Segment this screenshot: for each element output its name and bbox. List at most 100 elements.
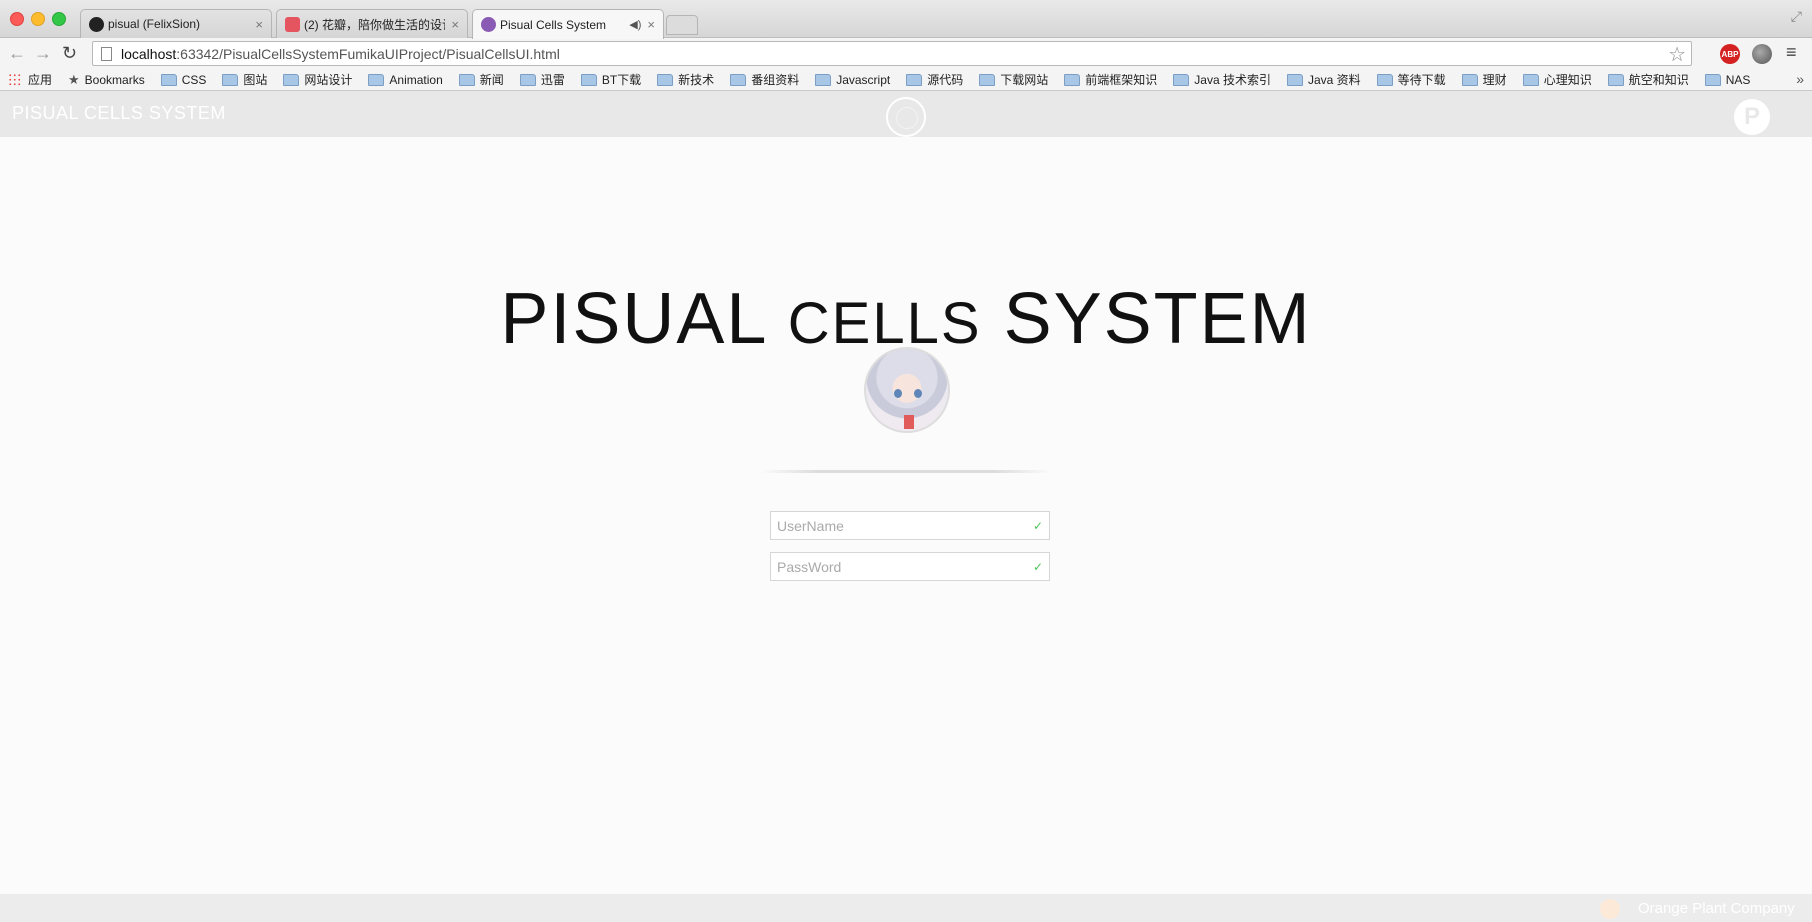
reload-icon[interactable]: ↻ — [62, 43, 77, 64]
pisual-p-logo[interactable]: P — [1734, 99, 1770, 135]
fullscreen-icon[interactable]: ⤢ — [1791, 8, 1802, 25]
tab-label: (2) 花瓣，陪你做生活的设计师 — [304, 17, 445, 32]
folder-icon — [657, 73, 674, 86]
bookmark-item[interactable]: ★ Bookmarks — [68, 72, 145, 88]
bookmark-item[interactable]: 应用 — [8, 71, 52, 88]
tab-label: Pisual Cells System — [500, 17, 607, 32]
app-brand[interactable]: PISUAL CELLS SYSTEM — [12, 103, 226, 124]
browser-tab[interactable]: pisual (FelixSion) × — [80, 9, 272, 38]
bookmark-label: Bookmarks — [84, 72, 145, 87]
bookmark-item[interactable]: Java 资料 — [1286, 71, 1361, 88]
bookmark-label: 理财 — [1482, 73, 1507, 87]
folder-icon — [368, 73, 385, 86]
hero-word: PISUAL — [500, 279, 766, 359]
address-bar[interactable]: localhost:63342/PisualCellsSystemFumikaU… — [92, 41, 1692, 66]
bookmark-label: Animation — [389, 72, 443, 87]
bookmark-label: CSS — [181, 72, 207, 87]
folder-icon — [1376, 73, 1393, 86]
bookmark-star-icon[interactable]: ☆ — [1668, 42, 1686, 67]
folder-icon — [580, 73, 597, 86]
bookmark-item[interactable]: Javascript — [815, 73, 890, 87]
tab-close-icon[interactable]: × — [255, 17, 263, 32]
bookmark-item[interactable]: Java 技术索引 — [1173, 71, 1271, 88]
username-field[interactable]: ✓ — [770, 511, 1050, 540]
bookmark-label: 等待下载 — [1397, 73, 1446, 87]
bookmark-item[interactable]: NAS — [1704, 72, 1751, 87]
folder-icon — [1461, 73, 1478, 86]
url-host: localhost — [121, 45, 177, 62]
bookmarks-more-icon[interactable]: » — [1796, 71, 1804, 87]
menu-icon[interactable]: ≡ — [1786, 42, 1797, 63]
footer: Orange Plant Company — [0, 894, 1812, 922]
star-icon: ★ — [68, 71, 80, 87]
bookmark-item[interactable]: 图站 — [222, 71, 267, 88]
bookmark-label: 应用 — [28, 73, 53, 87]
folder-icon — [458, 73, 475, 86]
bookmark-item[interactable]: 迅雷 — [519, 71, 565, 88]
bookmark-item[interactable]: 理财 — [1461, 71, 1507, 88]
bookmark-item[interactable]: 等待下载 — [1376, 71, 1446, 88]
browser-toolbar: ← → ↻ localhost:63342/PisualCellsSystemF… — [0, 38, 1812, 69]
folder-icon — [160, 73, 177, 86]
bookmark-label: NAS — [1725, 72, 1751, 87]
password-input[interactable] — [777, 558, 1033, 575]
window-maximize-button[interactable] — [52, 12, 66, 26]
bookmark-item[interactable]: 源代码 — [906, 71, 963, 88]
folder-icon — [1064, 73, 1081, 86]
folder-icon — [1704, 73, 1721, 86]
bookmark-item[interactable]: 网站设计 — [283, 71, 352, 88]
pisual-icon — [481, 17, 496, 32]
bookmark-label: 前端框架知识 — [1085, 73, 1158, 87]
bookmark-item[interactable]: Animation — [368, 72, 443, 87]
apps-icon — [8, 73, 21, 86]
user-avatar — [864, 347, 950, 433]
bookmark-item[interactable]: BT下载 — [580, 71, 641, 88]
divider — [760, 470, 1052, 473]
window-close-button[interactable] — [10, 12, 24, 26]
bookmark-label: 新闻 — [479, 73, 504, 87]
back-icon[interactable]: ← — [8, 43, 26, 64]
extension-icon[interactable] — [1752, 44, 1772, 64]
browser-titlebar: pisual (FelixSion) × (2) 花瓣，陪你做生活的设计师 × … — [0, 0, 1812, 39]
bookmark-item[interactable]: 新闻 — [458, 71, 504, 88]
check-icon: ✓ — [1032, 559, 1043, 574]
bookmark-item[interactable]: 下载网站 — [979, 71, 1048, 88]
browser-tab[interactable]: (2) 花瓣，陪你做生活的设计师 × — [276, 9, 468, 38]
bookmark-item[interactable]: 新技术 — [657, 71, 714, 88]
bookmark-label: 番组资料 — [751, 73, 800, 87]
browser-tab-active[interactable]: Pisual Cells System ◀) × — [472, 9, 664, 39]
bookmark-label: 源代码 — [927, 73, 964, 87]
cell-logo-icon[interactable] — [886, 97, 926, 137]
bookmark-label: 航空和知识 — [1628, 73, 1689, 87]
folder-icon — [1286, 73, 1303, 86]
bookmark-label: 新技术 — [678, 73, 715, 87]
forward-icon[interactable]: → — [34, 43, 52, 64]
bookmark-label: 图站 — [243, 73, 268, 87]
huaban-icon — [285, 16, 300, 32]
bookmark-item[interactable]: 心理知识 — [1522, 71, 1592, 88]
tab-label: pisual (FelixSion) — [108, 17, 201, 31]
folder-icon — [519, 73, 536, 86]
bookmark-item[interactable]: 前端框架知识 — [1064, 71, 1157, 88]
bookmark-item[interactable]: 番组资料 — [730, 71, 799, 88]
hero-word: CELLS — [787, 291, 982, 356]
company-logo-icon — [1600, 899, 1620, 919]
window-minimize-button[interactable] — [31, 12, 45, 26]
speaker-icon[interactable]: ◀) — [629, 18, 641, 31]
folder-icon — [906, 73, 923, 86]
password-field[interactable]: ✓ — [770, 552, 1050, 581]
check-icon: ✓ — [1032, 518, 1043, 533]
bookmark-item[interactable]: 航空和知识 — [1607, 71, 1689, 88]
bookmarks-bar: 应用 ★ Bookmarks CSS 图站 网站设计 Animation 新闻 迅雷 BT下载 新技… — [0, 69, 1812, 91]
folder-icon — [815, 73, 832, 86]
bookmark-label: 下载网站 — [1000, 73, 1049, 87]
bookmark-label: Java 技术索引 — [1194, 73, 1271, 87]
new-tab-button[interactable] — [666, 15, 698, 35]
tab-close-icon[interactable]: × — [451, 17, 459, 32]
bookmark-label: Java 资料 — [1307, 73, 1361, 87]
hero-word: SYSTEM — [1003, 279, 1312, 359]
username-input[interactable] — [777, 517, 1033, 534]
tab-close-icon[interactable]: × — [647, 17, 655, 32]
bookmark-item[interactable]: CSS — [160, 72, 207, 87]
adblock-icon[interactable]: ABP — [1720, 44, 1740, 64]
